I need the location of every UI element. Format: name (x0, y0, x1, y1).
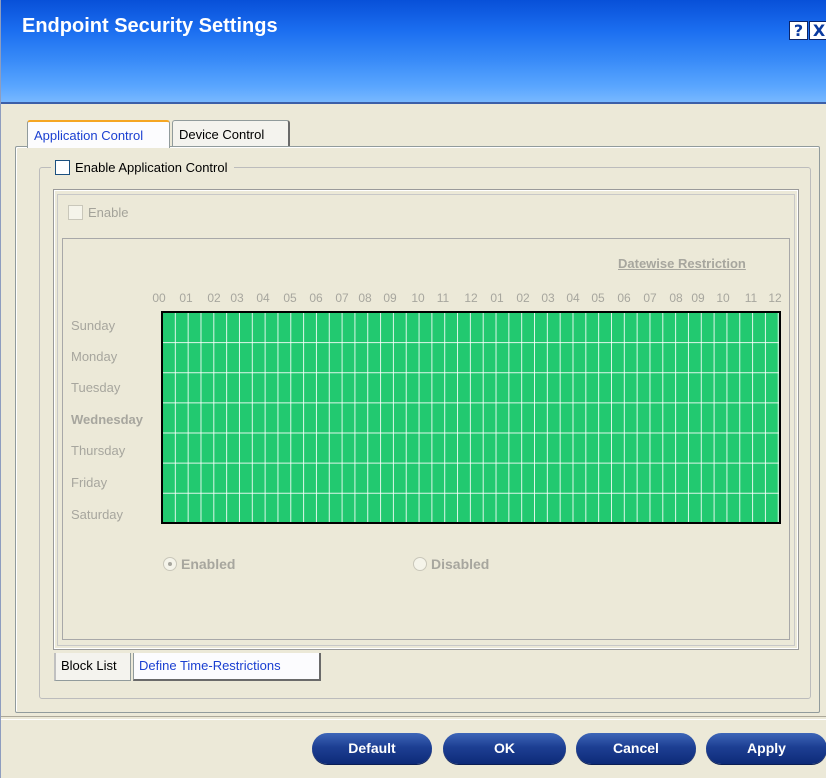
day-label: Wednesday (71, 412, 144, 427)
day-label: Thursday (71, 443, 126, 458)
hour-label: 02 (207, 291, 221, 305)
enable-label: Enable (88, 205, 129, 220)
close-icon: X (812, 21, 826, 40)
hour-label: 09 (691, 291, 705, 305)
close-button[interactable]: X (809, 21, 826, 40)
hour-label: 01 (490, 291, 504, 305)
hour-label: 05 (283, 291, 297, 305)
hour-label: 11 (744, 291, 758, 305)
hour-label: 07 (335, 291, 349, 305)
cancel-button[interactable]: Cancel (576, 733, 696, 764)
enable-application-control-row[interactable]: Enable Application Control (51, 157, 234, 177)
hour-label: 09 (383, 291, 397, 305)
hour-label: 12 (768, 291, 782, 305)
hour-label: 04 (566, 291, 580, 305)
tab-block-list[interactable]: Block List (54, 653, 131, 681)
hour-label: 04 (256, 291, 270, 305)
hour-label: 00 (152, 291, 166, 305)
footer-separator (1, 716, 826, 720)
hour-label: 01 (179, 291, 193, 305)
enable-application-control-checkbox[interactable] (55, 159, 70, 175)
hour-label: 06 (617, 291, 631, 305)
hour-label: 10 (716, 291, 730, 305)
radio-disabled[interactable] (413, 557, 427, 571)
hour-labels: 00 01 02 03 04 05 06 07 08 09 10 11 12 01 02 03 04 05 06 07… (1, 291, 826, 307)
tab-define-time-restrictions[interactable]: Define Time-Restrictions (133, 653, 321, 681)
hour-label: 10 (411, 291, 425, 305)
tab-device-control[interactable]: Device Control (172, 120, 290, 147)
enable-row[interactable]: Enable (68, 205, 128, 220)
day-label: Friday (71, 475, 108, 490)
hour-label: 08 (358, 291, 372, 305)
hour-label: 12 (464, 291, 478, 305)
help-button[interactable]: ? (789, 21, 808, 40)
tab-application-control[interactable]: Application Control (27, 120, 170, 148)
help-icon: ? (793, 21, 804, 40)
day-label: Saturday (71, 507, 124, 522)
radio-enabled-option[interactable]: Enabled (163, 556, 235, 572)
hour-label: 03 (230, 291, 244, 305)
enable-application-control-label: Enable Application Control (75, 159, 228, 175)
hour-label: 11 (436, 291, 450, 305)
hour-label: 08 (669, 291, 683, 305)
radio-disabled-option[interactable]: Disabled (413, 556, 489, 572)
schedule-grid[interactable] (161, 311, 781, 524)
ok-button[interactable]: OK (443, 733, 566, 764)
day-label: Monday (71, 349, 118, 364)
radio-enabled-label: Enabled (181, 556, 236, 572)
title-bar: Endpoint Security Settings ? X (1, 0, 826, 102)
radio-disabled-label: Disabled (431, 556, 490, 572)
hour-label: 07 (643, 291, 657, 305)
window-title: Endpoint Security Settings (22, 15, 278, 37)
hour-label: 05 (591, 291, 605, 305)
hour-label: 03 (541, 291, 555, 305)
day-label: Tuesday (71, 380, 121, 395)
apply-button[interactable]: Apply (706, 733, 826, 764)
datewise-restriction-link[interactable]: Datewise Restriction (618, 256, 746, 271)
default-button[interactable]: Default (312, 733, 432, 764)
hour-label: 06 (309, 291, 323, 305)
title-divider (1, 102, 826, 104)
hour-label: 02 (516, 291, 530, 305)
settings-window: Endpoint Security Settings ? X Applicati… (0, 0, 826, 778)
enable-checkbox[interactable] (68, 205, 83, 220)
day-label: Sunday (71, 318, 116, 333)
radio-enabled[interactable] (163, 557, 177, 571)
